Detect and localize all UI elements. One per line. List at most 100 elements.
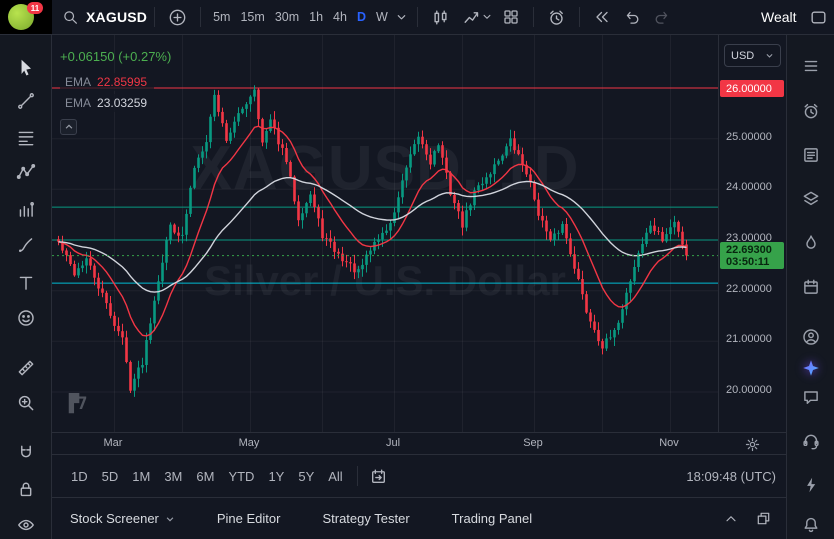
chat-icon[interactable]	[801, 387, 821, 407]
range-1y[interactable]: 1Y	[261, 464, 291, 489]
session-clock[interactable]: 18:09:48 (UTC)	[686, 469, 786, 484]
broker-logo[interactable]: 11	[0, 0, 52, 34]
time-tick: Nov	[659, 437, 679, 449]
range-5y[interactable]: 5Y	[291, 464, 321, 489]
time-tick: Jul	[386, 437, 400, 449]
compare-add-icon[interactable]	[162, 8, 193, 27]
right-sidebar	[786, 35, 834, 539]
notification-count-badge: 11	[27, 2, 43, 14]
range-1d[interactable]: 1D	[64, 464, 95, 489]
range-3m[interactable]: 3M	[157, 464, 189, 489]
range-toolbar: 1D 5D 1M 3M 6M YTD 1Y 5Y All 18:09:48 (U…	[52, 454, 786, 497]
indicators-icon[interactable]	[456, 8, 482, 27]
range-1m[interactable]: 1M	[125, 464, 157, 489]
bottom-panel-bar: Stock Screener Pine Editor Strategy Test…	[52, 497, 786, 539]
price-tick: 22.00000	[726, 283, 772, 295]
timeframe-1h[interactable]: 1h	[304, 6, 328, 28]
trading-app: 11 XAGUSD 5m 15m 30m 1h 4h D W	[0, 0, 834, 539]
currency-label: USD	[731, 50, 754, 62]
forecast-tool-icon[interactable]	[16, 200, 36, 220]
bar-replay-icon[interactable]	[587, 8, 617, 26]
chart-canvas[interactable]: XAGUSD, 1D Silver / U.S. Dollar +0.06150…	[52, 35, 718, 432]
drawing-toolbar	[0, 35, 52, 539]
top-toolbar: 11 XAGUSD 5m 15m 30m 1h 4h D W	[0, 0, 834, 35]
timeframe-1d[interactable]: D	[352, 6, 371, 28]
watchlist-icon[interactable]	[801, 56, 821, 76]
object-tree-icon[interactable]	[801, 189, 821, 209]
currency-select[interactable]: USD	[724, 44, 781, 67]
tab-strategy-tester[interactable]: Strategy Tester	[322, 505, 409, 532]
last-price-value: 22.69300	[726, 244, 784, 256]
range-5d[interactable]: 5D	[95, 464, 126, 489]
settings-gear-icon[interactable]	[744, 436, 761, 453]
go-to-date-icon[interactable]	[365, 467, 392, 486]
ai-assistant-sparkle-icon[interactable]	[801, 358, 821, 378]
bar-countdown: 03:50:11	[726, 256, 784, 268]
timeframe-30m[interactable]: 30m	[270, 6, 304, 28]
ema-fast-value: 22.85995	[97, 75, 147, 89]
alert-clock-icon[interactable]	[541, 8, 572, 27]
panel-expand-chevron-icon[interactable]	[723, 511, 739, 527]
price-scale[interactable]: USD 26.00000 25.00000 24.00000 23.00000 …	[718, 35, 786, 432]
panel-maximize-icon[interactable]	[755, 510, 772, 527]
lock-drawings-tool-icon[interactable]	[16, 479, 36, 499]
tab-trading-panel[interactable]: Trading Panel	[452, 505, 532, 532]
boost-lightning-icon[interactable]	[801, 475, 821, 495]
alerts-icon[interactable]	[801, 101, 821, 121]
layout-grid-icon[interactable]	[496, 8, 526, 26]
symbol-label: XAGUSD	[86, 9, 147, 25]
legend-collapse-button[interactable]	[60, 119, 77, 135]
candlestick-style-icon[interactable]	[425, 8, 456, 27]
fullscreen-icon[interactable]	[803, 8, 834, 27]
zoom-in-tool-icon[interactable]	[16, 393, 36, 413]
brush-tool-icon[interactable]	[16, 235, 36, 255]
account-label[interactable]: Wealt	[761, 9, 803, 25]
price-tick: 25.00000	[726, 131, 772, 143]
price-tick: 20.00000	[726, 384, 772, 396]
hide-drawings-tool-icon[interactable]	[16, 515, 36, 535]
indicators-menu-chevron-icon[interactable]	[482, 12, 496, 22]
tab-pine-editor[interactable]: Pine Editor	[217, 505, 281, 532]
price-change-text: +0.06150 (+0.27%)	[60, 49, 171, 64]
alert-price-label: 26.00000	[720, 80, 784, 97]
range-6m[interactable]: 6M	[189, 464, 221, 489]
notifications-bell-icon[interactable]	[801, 515, 821, 535]
timeframe-15m[interactable]: 15m	[235, 6, 269, 28]
pattern-xabcd-tool-icon[interactable]	[16, 162, 36, 182]
support-headset-icon[interactable]	[801, 430, 821, 450]
timeframe-1w[interactable]: W	[371, 6, 393, 28]
emoji-tool-icon[interactable]	[16, 308, 36, 328]
cursor-tool-icon[interactable]	[16, 57, 36, 77]
tradingview-logo-watermark[interactable]: ▛7	[69, 394, 85, 414]
search-icon	[62, 9, 79, 26]
ema-fast-legend[interactable]: EMA 22.85995	[60, 73, 154, 91]
undo-icon[interactable]	[617, 8, 647, 26]
time-axis[interactable]: Mar May Jul Sep Nov	[52, 432, 786, 454]
text-tool-icon[interactable]	[16, 273, 36, 293]
chevron-down-icon	[165, 514, 175, 524]
tab-stock-screener[interactable]: Stock Screener	[70, 505, 175, 532]
time-tick: Sep	[523, 437, 543, 449]
magnet-tool-icon[interactable]	[16, 443, 36, 463]
hotlists-flame-icon[interactable]	[801, 233, 821, 253]
time-tick: Mar	[104, 437, 123, 449]
calendar-icon[interactable]	[801, 277, 821, 297]
time-tick: May	[239, 437, 260, 449]
timeframe-4h[interactable]: 4h	[328, 6, 352, 28]
ideas-profile-icon[interactable]	[801, 327, 821, 347]
price-tick: 21.00000	[726, 333, 772, 345]
last-price-badge: 22.69300 03:50:11	[720, 242, 784, 269]
timeframe-menu-chevron-icon[interactable]	[393, 12, 410, 23]
symbol-search-button[interactable]: XAGUSD	[62, 9, 147, 26]
redo-icon[interactable]	[647, 8, 677, 26]
price-tick: 24.00000	[726, 181, 772, 193]
ema-slow-legend[interactable]: EMA 23.03259	[60, 94, 154, 112]
measure-tool-icon[interactable]	[16, 358, 36, 378]
ema-slow-value: 23.03259	[97, 96, 147, 110]
range-all[interactable]: All	[321, 464, 349, 489]
range-ytd[interactable]: YTD	[221, 464, 261, 489]
trendline-tool-icon[interactable]	[16, 91, 36, 111]
news-icon[interactable]	[801, 145, 821, 165]
fib-retracement-tool-icon[interactable]	[16, 128, 36, 148]
timeframe-5m[interactable]: 5m	[208, 6, 235, 28]
